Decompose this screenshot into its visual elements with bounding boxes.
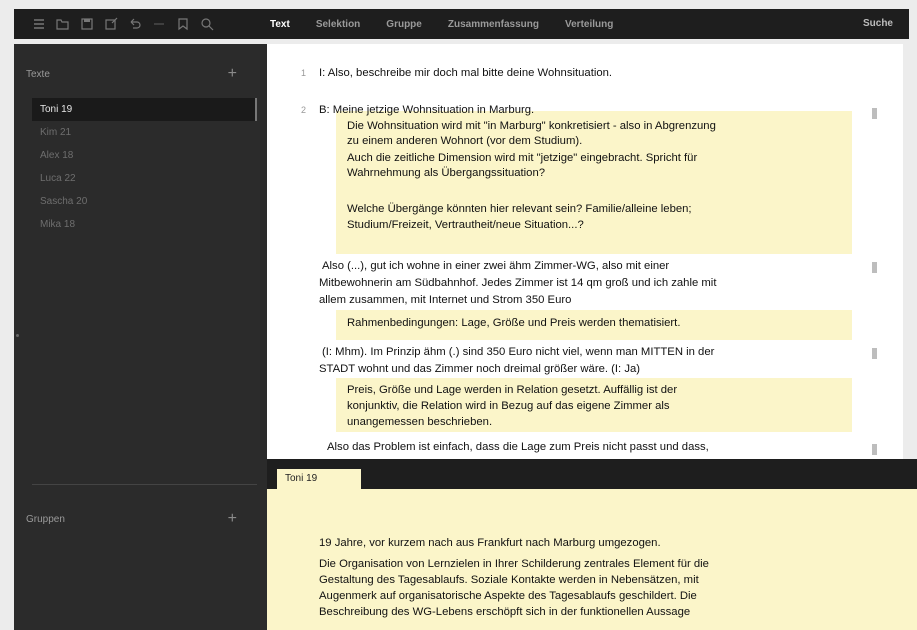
tab-search[interactable]: Suche	[863, 9, 893, 39]
memo-line: Welche Übergänge könnten hier relevant s…	[347, 203, 692, 215]
text-line[interactable]: Also (...), gut ich wohne in einer zwei …	[322, 259, 903, 274]
tab-selektion[interactable]: Selektion	[316, 19, 360, 30]
memo-panel-line: Gestaltung des Tagesablaufs. Soziale Kon…	[319, 574, 699, 586]
menu-icon[interactable]	[32, 17, 46, 31]
memo-panel-line: Die Organisation von Lernzielen in Ihrer…	[319, 558, 709, 570]
memo-line: zu einem anderen Wohnort (vor dem Studiu…	[347, 135, 583, 147]
text-line[interactable]: I: Also, beschreibe mir doch mal bitte d…	[319, 66, 903, 81]
text-line[interactable]: Also das Problem ist einfach, dass die L…	[327, 440, 903, 455]
memo-line: Die Wohnsituation wird mit "in Marburg" …	[347, 120, 716, 132]
tab-text[interactable]: Text	[270, 19, 290, 30]
folder-open-icon[interactable]	[56, 17, 70, 31]
bookmark-icon[interactable]	[176, 17, 190, 31]
line-number: 1	[301, 68, 307, 78]
text-line[interactable]: B: Meine jetzige Wohnsituation in Marbur…	[319, 103, 903, 118]
text-line[interactable]: allem zusammen, mit Internet und Strom 3…	[319, 293, 903, 308]
top-bar: Text Selektion Gruppe Zusammenfassung Ve…	[0, 0, 917, 44]
memo-line: Preis, Größe und Lage werden in Relation…	[347, 384, 678, 396]
undo-icon[interactable]	[128, 17, 142, 31]
memo-line: unangemessen beschrieben.	[347, 416, 493, 428]
sidebar-item-toni[interactable]: Toni 19	[32, 98, 257, 121]
document-scrollbar[interactable]	[893, 44, 903, 459]
tab-verteilung[interactable]: Verteilung	[565, 19, 613, 30]
memo-line: Rahmenbedingungen: Lage, Größe und Preis…	[347, 317, 681, 329]
groups-header: Gruppen	[26, 514, 65, 525]
document-view: 1 I: Also, beschreibe mir doch mal bitte…	[267, 44, 903, 459]
tab-memo-toni[interactable]: Toni 19	[277, 469, 361, 491]
memo-line: Auch die zeitliche Dimension wird mit "j…	[347, 152, 698, 164]
tab-zusammenfassung[interactable]: Zusammenfassung	[448, 19, 539, 30]
save-icon[interactable]	[80, 17, 94, 31]
text-line[interactable]: STADT wohnt und das Zimmer noch dreimal …	[319, 362, 903, 377]
memo-panel-line: Beschreibung des WG-Lebens erschöpft sic…	[319, 606, 691, 618]
memo-panel-line: Augenmerk auf organisatorische Aspekte d…	[319, 590, 697, 602]
toolbar-icons	[14, 9, 214, 39]
sidebar-item-luca[interactable]: Luca 22	[32, 167, 257, 190]
texts-header: Texte	[26, 69, 50, 80]
sidebar-divider	[32, 484, 257, 485]
edit-icon[interactable]	[104, 17, 118, 31]
tab-gruppe[interactable]: Gruppe	[386, 19, 422, 30]
resize-handle[interactable]	[16, 334, 19, 337]
text-line[interactable]: (I: Mhm). Im Prinzip ähm (.) sind 350 Eu…	[322, 345, 903, 360]
search-icon[interactable]	[200, 17, 214, 31]
memo-tab-bar: Toni 19	[267, 459, 917, 491]
memo-marker[interactable]	[872, 108, 877, 119]
add-group-icon[interactable]: +	[228, 511, 237, 527]
sidebar-item-kim[interactable]: Kim 21	[32, 121, 257, 144]
sidebar-item-sascha[interactable]: Sascha 20	[32, 190, 257, 213]
text-line[interactable]: Mitbewohnerin am Südbahnhof. Jedes Zimme…	[319, 276, 903, 291]
line-number: 2	[301, 105, 307, 115]
memo-line: Wahrnehmung als Übergangssituation?	[347, 167, 546, 179]
memo-line: Studium/Freizeit, Vertrautheit/neue Situ…	[347, 219, 584, 231]
add-text-icon[interactable]: +	[228, 66, 237, 82]
sidebar: Texte + Toni 19 Kim 21 Alex 18 Luca 22 S…	[14, 44, 267, 630]
memo-panel-line: 19 Jahre, vor kurzem nach aus Frankfurt …	[319, 537, 661, 549]
sidebar-item-mika[interactable]: Mika 18	[32, 213, 257, 236]
memo-panel[interactable]: 19 Jahre, vor kurzem nach aus Frankfurt …	[267, 489, 917, 630]
redo-icon[interactable]	[152, 17, 166, 31]
memo-line: konjunktiv, die Relation wird in Bezug a…	[347, 400, 670, 412]
sidebar-item-alex[interactable]: Alex 18	[32, 144, 257, 167]
text-list: Toni 19 Kim 21 Alex 18 Luca 22 Sascha 20…	[32, 98, 257, 236]
view-tabs: Text Selektion Gruppe Zusammenfassung Ve…	[270, 9, 639, 39]
